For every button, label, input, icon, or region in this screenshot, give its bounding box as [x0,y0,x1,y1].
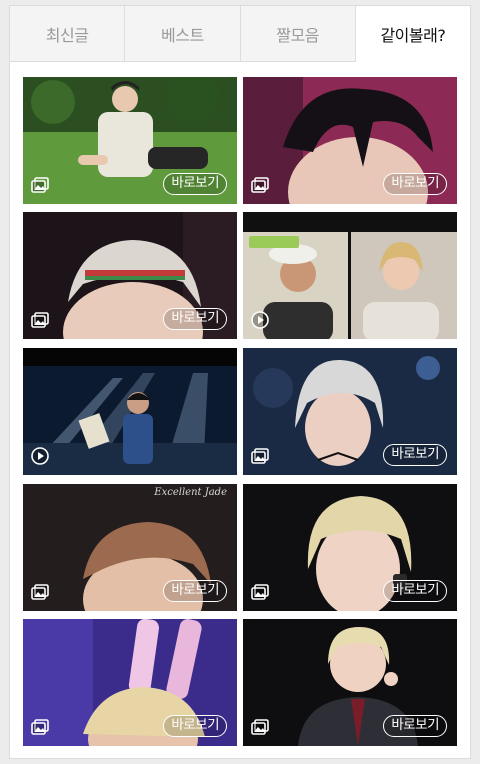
image-icon [250,175,270,195]
thumbnail-card[interactable]: 바로보기 [23,212,237,339]
image-icon [250,717,270,737]
thumbnail-card[interactable]: 바로보기 [23,619,237,746]
play-icon [30,446,50,466]
thumbnail-card[interactable]: 바로보기 [243,77,457,204]
thumbnail-image [23,348,237,475]
thumbnail-card[interactable]: 바로보기 [23,77,237,204]
view-button[interactable]: 바로보기 [163,580,227,602]
thumbnail-image [243,212,457,339]
view-button[interactable]: 바로보기 [383,715,447,737]
play-icon [250,310,270,330]
thumbnail-card[interactable]: 바로보기 [243,484,457,611]
view-button[interactable]: 바로보기 [163,715,227,737]
image-icon [30,582,50,602]
video-caption: Excellent Jade [154,487,227,498]
tab-bar: 최신글 베스트 짤모음 같이볼래? [10,6,470,62]
tab-best[interactable]: 베스트 [125,6,241,62]
view-button[interactable]: 바로보기 [383,580,447,602]
thumbnail-card[interactable] [23,348,237,475]
thumbnail-card[interactable]: 바로보기 [243,348,457,475]
image-icon [250,446,270,466]
image-icon [30,175,50,195]
tab-latest[interactable]: 최신글 [10,6,126,62]
view-button[interactable]: 바로보기 [383,444,447,466]
thumbnail-card[interactable] [243,212,457,339]
view-button[interactable]: 바로보기 [163,173,227,195]
tab-gif-collection[interactable]: 짤모음 [240,6,356,62]
view-button[interactable]: 바로보기 [163,308,227,330]
image-icon [30,310,50,330]
thumbnail-card[interactable]: 바로보기 [243,619,457,746]
thumbnail-card[interactable]: Excellent Jade 바로보기 [23,484,237,611]
image-icon [250,582,270,602]
image-icon [30,717,50,737]
view-button[interactable]: 바로보기 [383,173,447,195]
tab-watch-together[interactable]: 같이볼래? [355,6,470,62]
